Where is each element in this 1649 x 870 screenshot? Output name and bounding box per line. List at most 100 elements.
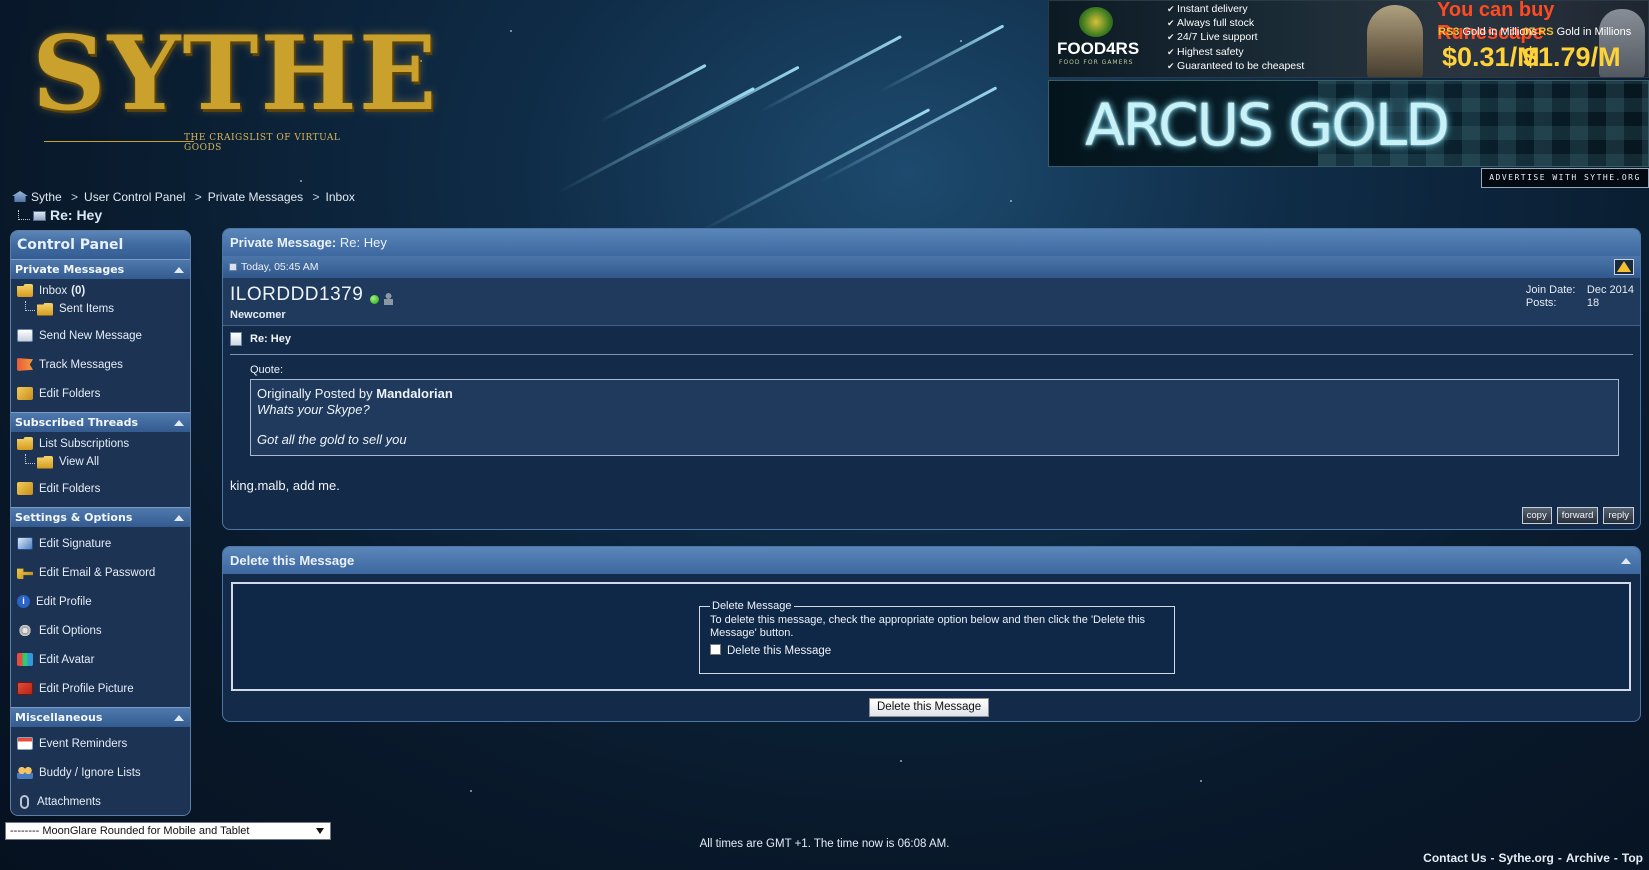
delete-checkbox-label[interactable]: Delete this Message (727, 645, 831, 657)
document-icon (230, 332, 242, 346)
footer-links: Contact Us - Sythe.org - Archive - Top (1423, 851, 1643, 865)
collapse-icon[interactable] (174, 420, 184, 426)
feature-item: Guaranteed to be cheapest (1167, 59, 1304, 73)
logo-rule (44, 141, 194, 142)
breadcrumb-sythe[interactable]: Sythe (31, 190, 62, 204)
feature-item: 24/7 Live support (1167, 30, 1304, 44)
sidebar-item-edit-options[interactable]: Edit Options (11, 616, 190, 645)
calendar-icon (17, 737, 33, 750)
sidebar-item-event-reminders[interactable]: Event Reminders (11, 729, 190, 758)
section-subscribed-threads[interactable]: Subscribed Threads (11, 412, 190, 432)
quote-block: Originally Posted by Mandalorian Whats y… (250, 379, 1619, 456)
delete-message-button[interactable]: Delete this Message (869, 698, 990, 717)
buddy-icon (17, 766, 33, 779)
edit-folders-icon (17, 482, 33, 495)
info-icon: i (17, 595, 30, 608)
flag-icon (17, 358, 33, 371)
footer-link-archive[interactable]: Archive (1566, 851, 1610, 865)
new-message-icon (17, 329, 33, 342)
sidebar-item-edit-subscription-folders[interactable]: Edit Folders (11, 474, 190, 503)
dropdown-arrow-icon (316, 828, 324, 834)
logo-tagline: THE CRAIGSLIST OF VIRTUAL GOODS (184, 133, 341, 153)
sender-stats: Join Date: Dec 2014 Posts: 18 (1526, 284, 1634, 310)
page-title: Re: Hey (18, 207, 102, 223)
sidebar-item-edit-profile[interactable]: i Edit Profile (11, 587, 190, 616)
arcus-gold-banner-ad[interactable]: ARCUS GOLD (1048, 80, 1649, 167)
message-text: king.malb, add me. (230, 478, 340, 493)
sidebar-item-sent-items[interactable]: Sent Items (11, 300, 190, 318)
private-message-header: Private Message: Re: Hey (223, 229, 1640, 256)
join-date-value: Dec 2014 (1586, 284, 1634, 296)
delete-checkbox-row[interactable]: Delete this Message (710, 643, 1164, 657)
time-note: All times are GMT +1. The time now is 06… (699, 838, 950, 850)
breadcrumb-user-control-panel[interactable]: User Control Panel (84, 190, 185, 204)
food4rs-emblem-icon (1079, 7, 1113, 37)
breadcrumb-private-messages[interactable]: Private Messages (208, 190, 303, 204)
forward-button[interactable]: forward (1556, 507, 1599, 524)
sidebar-item-send-new-message[interactable]: Send New Message (11, 321, 190, 350)
folder-open-icon (37, 302, 53, 316)
settings-body: Edit Signature Edit Email & Password i E… (11, 527, 190, 707)
sidebar-item-edit-folders[interactable]: Edit Folders (11, 379, 190, 408)
delete-form-box: Delete Message To delete this message, c… (231, 582, 1631, 691)
home-icon[interactable] (12, 191, 28, 202)
collapse-icon[interactable] (174, 715, 184, 721)
footer-link-contact[interactable]: Contact Us (1423, 851, 1486, 865)
copy-button[interactable]: copy (1521, 507, 1552, 524)
sidebar-item-track-messages[interactable]: Track Messages (11, 350, 190, 379)
quote-line: Whats your Skype? (257, 402, 370, 417)
sender-title: Newcomer (230, 309, 286, 321)
breadcrumb-separator: > (194, 190, 202, 204)
section-miscellaneous[interactable]: Miscellaneous (11, 707, 190, 727)
delete-legend: Delete Message (712, 600, 792, 612)
delete-instructions: To delete this message, check the approp… (710, 614, 1146, 639)
pm-label: Private Message: (230, 235, 337, 250)
food4rs-feature-list: Instant delivery Always full stock 24/7 … (1167, 2, 1304, 73)
footer-link-sythe[interactable]: Sythe.org (1499, 851, 1554, 865)
report-warning-icon[interactable] (1614, 259, 1634, 275)
control-panel-title: Control Panel (11, 231, 190, 259)
private-messages-body: Inbox (0) Sent Items Send New Message Tr… (11, 279, 190, 412)
food4rs-banner-ad[interactable]: FOOD4RS FOOD FOR GAMERS Instant delivery… (1048, 0, 1649, 78)
feature-item: Instant delivery (1167, 2, 1304, 16)
subscribed-threads-body: List Subscriptions View All Edit Folders (11, 432, 190, 507)
message-date-bar: Today, 05:45 AM (223, 256, 1640, 278)
collapse-icon[interactable] (174, 267, 184, 273)
quote-label: Quote: (250, 364, 284, 376)
signature-icon (17, 537, 33, 550)
posts-value: 18 (1586, 297, 1600, 309)
posts-label: Posts: (1525, 297, 1557, 309)
breadcrumb-separator: > (312, 190, 320, 204)
delete-fieldset: Delete Message To delete this message, c… (699, 600, 1175, 674)
collapse-icon[interactable] (174, 515, 184, 521)
collapse-icon[interactable] (1621, 558, 1631, 564)
sidebar-item-edit-avatar[interactable]: Edit Avatar (11, 645, 190, 674)
sidebar-item-buddy-ignore-lists[interactable]: Buddy / Ignore Lists (11, 758, 190, 787)
gear-icon (17, 624, 33, 637)
sidebar-item-view-all[interactable]: View All (11, 453, 190, 471)
footer-link-top[interactable]: Top (1622, 851, 1643, 865)
message-title: Re: Hey (230, 332, 1633, 355)
feature-item: Highest safety (1167, 45, 1304, 59)
user-profile-icon[interactable] (384, 293, 393, 305)
sender-username[interactable]: ILORDDD1379 (230, 284, 363, 306)
sidebar-item-edit-profile-picture[interactable]: Edit Profile Picture (11, 674, 190, 703)
sidebar-item-list-subscriptions[interactable]: List Subscriptions (11, 434, 190, 453)
advertise-link[interactable]: ADVERTISE WITH SYTHE.ORG (1481, 168, 1649, 188)
quote-author: Mandalorian (376, 386, 453, 401)
breadcrumb-inbox[interactable]: Inbox (326, 190, 355, 204)
arcus-gold-text: ARCUS GOLD (1085, 91, 1450, 159)
site-logo[interactable]: SYTHE THE CRAIGSLIST OF VIRTUAL GOODS (24, 4, 437, 153)
breadcrumb-separator: > (71, 190, 79, 204)
section-settings-options[interactable]: Settings & Options (11, 507, 190, 527)
delete-checkbox[interactable] (710, 643, 721, 655)
edit-folders-icon (17, 387, 33, 400)
sidebar-item-attachments[interactable]: Attachments (11, 787, 190, 815)
sidebar-item-edit-signature[interactable]: Edit Signature (11, 529, 190, 558)
sidebar-item-edit-email-password[interactable]: Edit Email & Password (11, 558, 190, 587)
sidebar-item-inbox[interactable]: Inbox (0) (11, 281, 190, 300)
message-actions: copy forward reply (1521, 507, 1634, 524)
delete-panel-header[interactable]: Delete this Message (223, 547, 1640, 574)
section-private-messages[interactable]: Private Messages (11, 259, 190, 279)
reply-button[interactable]: reply (1603, 507, 1634, 524)
